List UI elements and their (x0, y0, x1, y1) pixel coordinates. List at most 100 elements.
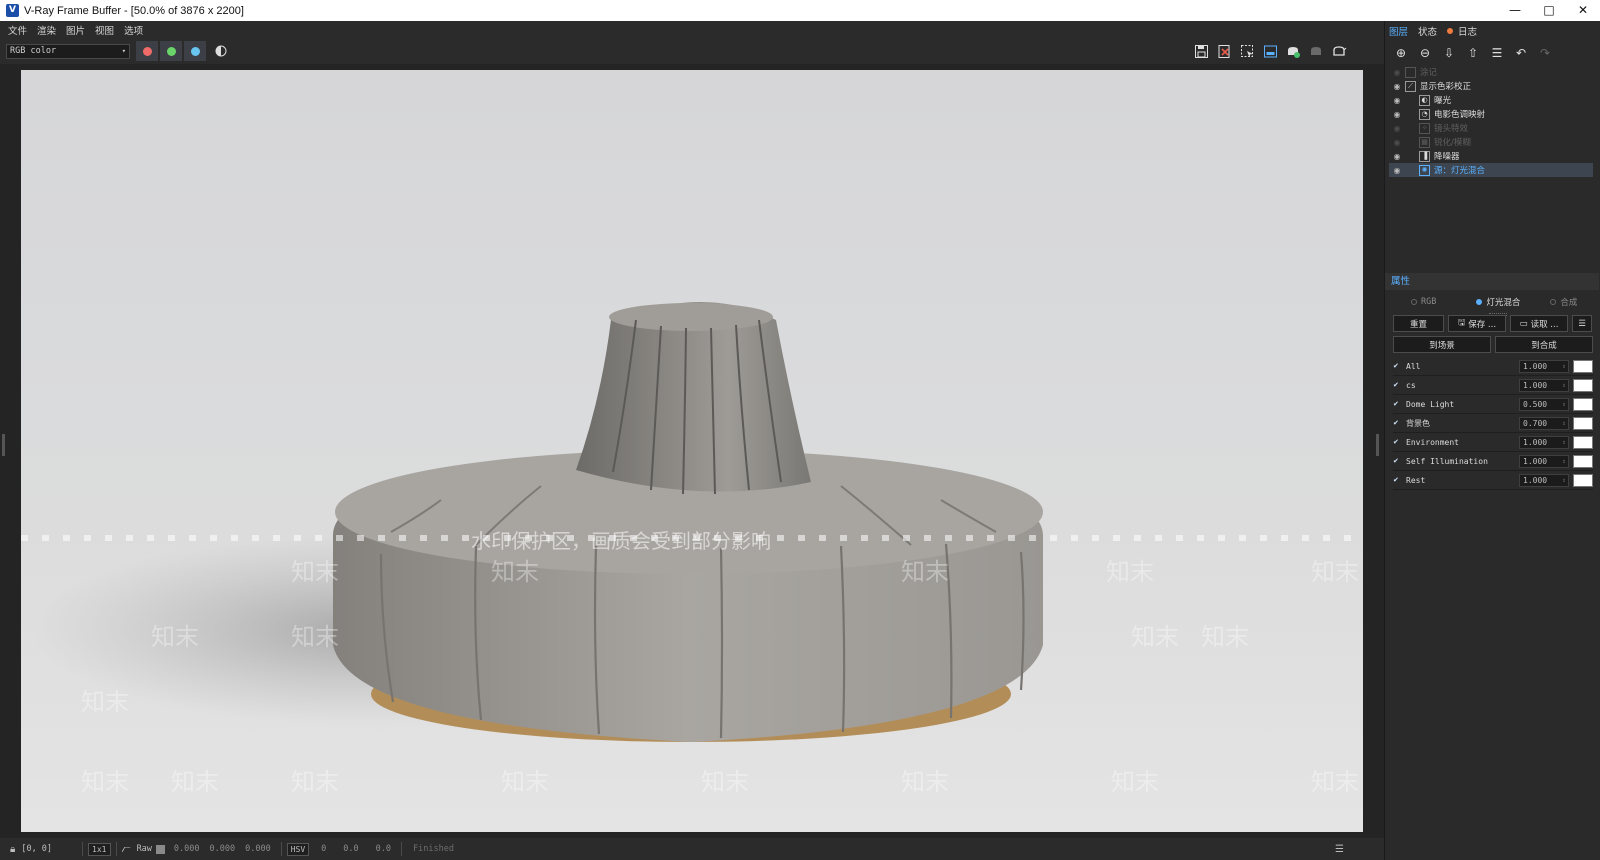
redo-icon[interactable]: ↷ (1535, 43, 1555, 63)
track-mouse-icon[interactable] (1259, 40, 1281, 62)
spinner-icon[interactable]: ⇕ (1562, 418, 1566, 429)
layer-row[interactable]: ◉ ▦ 锐化/模糊 (1389, 135, 1593, 149)
save-preset-button[interactable]: 🖫︎ 保存 ... (1448, 315, 1506, 332)
viewport-scroll-handle-left[interactable] (2, 434, 5, 456)
layer-row[interactable]: ◉ ✧ 镜头特效 (1389, 121, 1593, 135)
load-layers-icon[interactable]: ⇧ (1463, 43, 1483, 63)
mode-composite-radio[interactable]: 合成 (1550, 296, 1577, 308)
light-multiplier-input[interactable]: 0.700 ⇕ (1519, 416, 1569, 430)
light-color-swatch[interactable] (1573, 454, 1593, 468)
light-multiplier-input[interactable]: 1.000 ⇕ (1519, 359, 1569, 373)
menu-options[interactable]: 选项 (124, 23, 143, 37)
layer-row[interactable]: ◉ ◔ 电影色调映射 (1389, 107, 1593, 121)
mode-rgb-radio[interactable]: RGB (1411, 297, 1436, 307)
delete-layer-icon[interactable]: ⊖ (1415, 43, 1435, 63)
spinner-icon[interactable]: ⇕ (1562, 437, 1566, 448)
color-space-select[interactable]: HSV (286, 842, 310, 856)
viewport-scroll-handle-right[interactable] (1376, 434, 1379, 456)
checkbox-checked-icon[interactable]: ✔ (1393, 381, 1401, 389)
stamp-layer-icon (1405, 66, 1416, 78)
menu-file[interactable]: 文件 (8, 23, 27, 37)
interactive-render-icon[interactable] (1282, 40, 1304, 62)
watermark-tile-text: 知末 (901, 558, 949, 586)
to-composite-button[interactable]: 到合成 (1495, 336, 1593, 353)
tab-stats[interactable]: 状态 (1418, 24, 1437, 38)
checkbox-checked-icon[interactable]: ✔ (1393, 362, 1401, 370)
create-layer-icon[interactable]: ⊕ (1391, 43, 1411, 63)
spinner-icon[interactable]: ⇕ (1562, 456, 1566, 467)
green-channel-button[interactable] (160, 41, 182, 61)
checkbox-checked-icon[interactable]: ✔ (1393, 400, 1401, 408)
layer-list-icon[interactable]: ☰ (1487, 43, 1507, 63)
red-channel-button[interactable] (136, 41, 158, 61)
light-color-swatch[interactable] (1573, 416, 1593, 430)
eye-icon[interactable]: ◉ (1389, 138, 1405, 147)
checkbox-checked-icon[interactable]: ✔ (1393, 476, 1401, 484)
tab-log[interactable]: 日志 (1447, 24, 1477, 38)
checkbox-checked-icon[interactable]: ✔ (1393, 457, 1401, 465)
panel-toggle-icon[interactable]: ☰ (1335, 844, 1344, 855)
layer-label: 降噪器 (1434, 152, 1460, 162)
menu-image[interactable]: 图片 (66, 23, 85, 37)
close-icon[interactable]: ✕ (1566, 0, 1600, 21)
reset-button[interactable]: 重置 (1393, 315, 1444, 332)
maximize-icon[interactable]: □ (1532, 0, 1566, 21)
light-name: Self Illumination (1406, 456, 1488, 466)
eye-icon[interactable]: ◉ (1389, 152, 1405, 161)
light-color-swatch[interactable] (1573, 435, 1593, 449)
layer-row[interactable]: ◉ ⟋ 显示色彩校正 (1389, 79, 1593, 93)
layer-row[interactable]: ◉ ◐ 曝光 (1389, 93, 1593, 107)
layer-row[interactable]: ◉ ▐ 降噪器 (1389, 149, 1593, 163)
spinner-icon[interactable]: ⇕ (1562, 475, 1566, 486)
light-multiplier-input[interactable]: 1.000 ⇕ (1519, 454, 1569, 468)
eye-icon[interactable]: ◉ (1389, 124, 1405, 133)
checkbox-checked-icon[interactable]: ✔ (1393, 438, 1401, 446)
layer-row[interactable]: ◉ 涂记 (1389, 65, 1593, 79)
checkbox-checked-icon[interactable]: ✔ (1393, 419, 1401, 427)
watermark-tile-text: 知末 (901, 768, 949, 796)
properties-section: 属性 RGB 灯光混合 合成 重置 🖫︎ 保存 ... ▭ 读取 ... ☰ 到场景… (1385, 273, 1599, 490)
spinner-icon[interactable]: ⇕ (1562, 399, 1566, 410)
layer-row[interactable]: ◉ ✺ 源：灯光混合 (1389, 163, 1593, 177)
watermark-tile-text: 知末 (171, 768, 219, 796)
channel-select[interactable]: RGB color ▾ (6, 43, 130, 59)
region-render-icon[interactable] (1236, 40, 1258, 62)
save-image-icon[interactable] (1190, 40, 1212, 62)
tonemap-icon: ◔ (1419, 108, 1430, 120)
watermark-tile-text: 知末 (291, 768, 339, 796)
eye-icon[interactable]: ◉ (1389, 166, 1405, 175)
to-scene-button[interactable]: 到场景 (1393, 336, 1491, 353)
minimize-icon[interactable]: — (1498, 0, 1532, 21)
zoom-select[interactable]: 1x1 (88, 842, 111, 856)
render-viewport[interactable]: 水印保护区，画质会受到部分影响 知末 知末 知末 知末 知末 知末 知末 知末 … (0, 64, 1384, 838)
spinner-icon[interactable]: ⇕ (1562, 380, 1566, 391)
blue-channel-button[interactable] (184, 41, 206, 61)
menu-view[interactable]: 视图 (95, 23, 114, 37)
eye-icon[interactable]: ◉ (1389, 96, 1405, 105)
mono-mode-icon[interactable] (210, 40, 232, 62)
lock-icon[interactable]: 🔒︎ (10, 844, 15, 855)
light-multiplier-input[interactable]: 1.000 ⇕ (1519, 473, 1569, 487)
eye-icon[interactable]: ◉ (1389, 82, 1405, 91)
options-list-button[interactable]: ☰ (1572, 315, 1592, 332)
menu-render[interactable]: 渲染 (37, 23, 56, 37)
light-color-swatch[interactable] (1573, 473, 1593, 487)
light-multiplier-input[interactable]: 0.500 ⇕ (1519, 397, 1569, 411)
light-color-swatch[interactable] (1573, 397, 1593, 411)
eye-icon[interactable]: ◉ (1389, 68, 1405, 77)
clear-image-icon[interactable] (1213, 40, 1235, 62)
tab-layers[interactable]: 图层 (1389, 24, 1408, 38)
mode-lightmix-radio[interactable]: 灯光混合 (1476, 296, 1520, 308)
save-layers-icon[interactable]: ⇩ (1439, 43, 1459, 63)
load-preset-button[interactable]: ▭ 读取 ... (1510, 315, 1568, 332)
teapot-render-icon[interactable] (1328, 40, 1350, 62)
curve-icon[interactable]: ⦧ (122, 842, 131, 856)
light-color-swatch[interactable] (1573, 359, 1593, 373)
spinner-icon[interactable]: ⇕ (1562, 361, 1566, 372)
light-multiplier-input[interactable]: 1.000 ⇕ (1519, 435, 1569, 449)
light-color-swatch[interactable] (1573, 378, 1593, 392)
to-scene-label: 到场景 (1429, 340, 1455, 351)
light-multiplier-input[interactable]: 1.000 ⇕ (1519, 378, 1569, 392)
undo-icon[interactable]: ↶ (1511, 43, 1531, 63)
eye-icon[interactable]: ◉ (1389, 110, 1405, 119)
